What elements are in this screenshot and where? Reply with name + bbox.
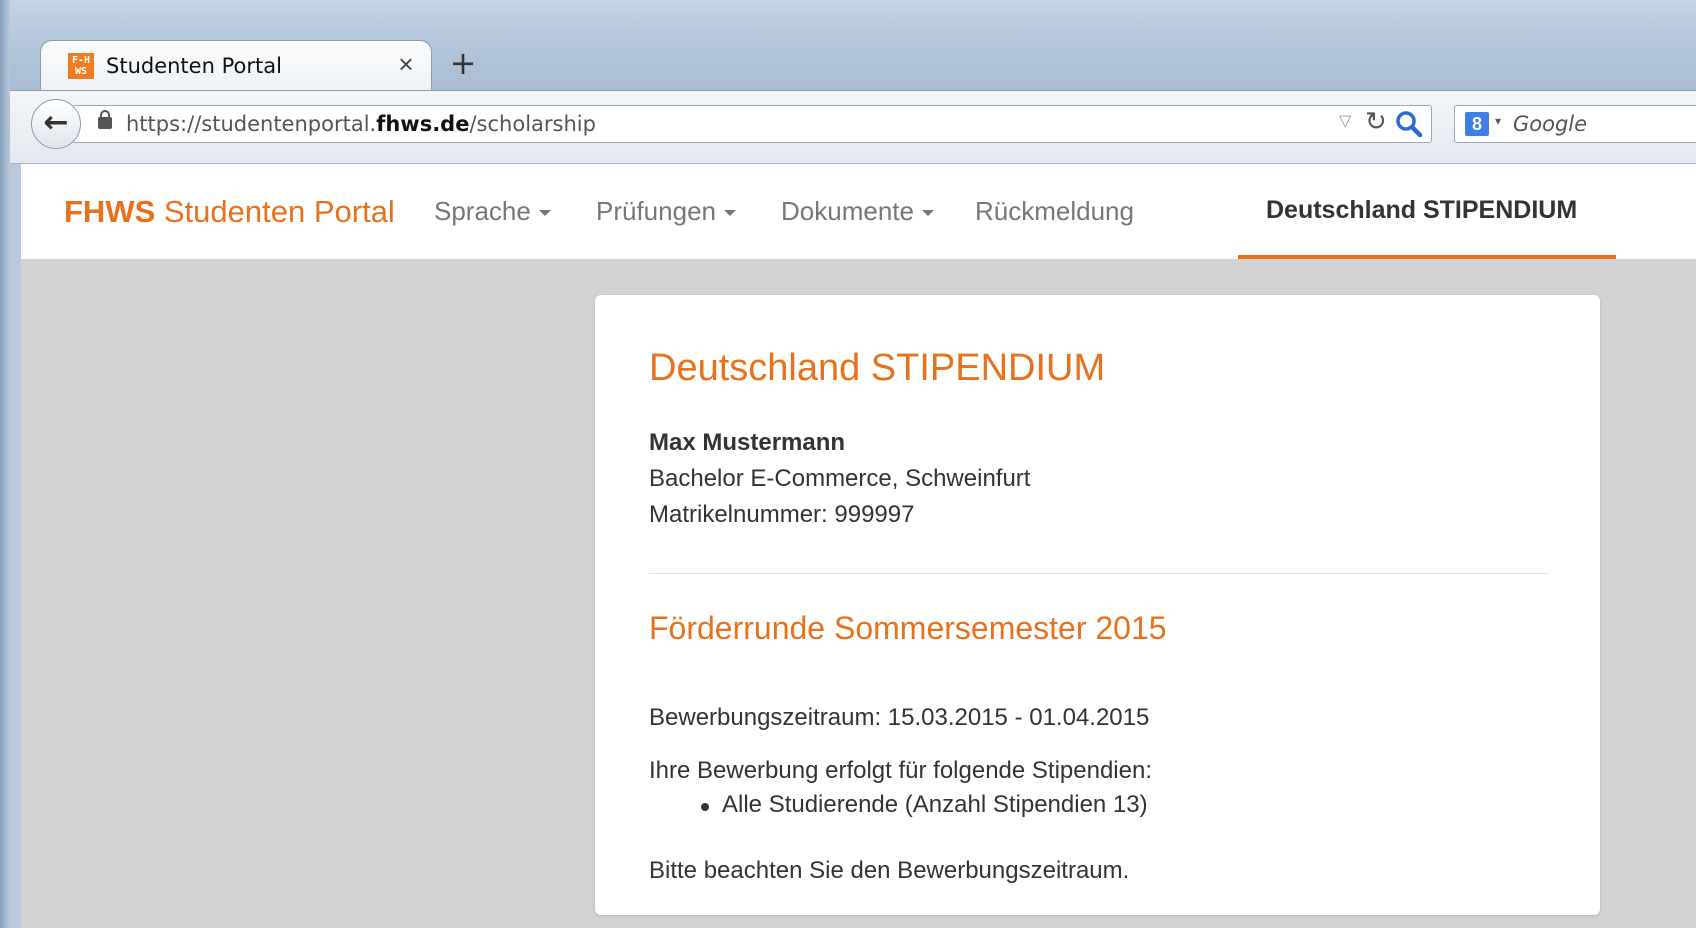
list-item: Alle Studierende (Anzahl Stipendien 13) (649, 791, 1148, 819)
funding-round-title: Förderrunde Sommersemester 2015 (649, 610, 1167, 646)
back-arrow-icon[interactable]: ← (31, 99, 81, 149)
caret-down-icon (538, 210, 551, 217)
nav-pruefungen[interactable]: Prüfungen (596, 196, 736, 227)
brand-link[interactable]: FHWS Studenten Portal (64, 194, 395, 230)
history-dropdown-icon[interactable]: ▽ (1339, 111, 1351, 130)
divider (649, 573, 1549, 574)
address-bar[interactable]: https://studentenportal.fhws.de/scholars… (72, 105, 1432, 143)
nav-deutschland-stipendium[interactable]: Deutschland STIPENDIUM (1238, 164, 1616, 259)
search-bar[interactable]: 8 ▾ Google (1454, 105, 1696, 143)
application-period: Bewerbungszeitraum: 15.03.2015 - 01.04.2… (649, 704, 1150, 731)
chevron-down-icon[interactable]: ▾ (1495, 114, 1501, 128)
url-text[interactable]: https://studentenportal.fhws.de/scholars… (126, 112, 596, 136)
nav-rueckmeldung[interactable]: Rückmeldung (975, 196, 1134, 227)
search-placeholder: Google (1513, 112, 1588, 136)
scholarship-card: Deutschland STIPENDIUM Max Mustermann Ba… (595, 295, 1600, 915)
fhws-favicon-icon: F-H WS (68, 53, 94, 79)
scholarship-list: Alle Studierende (Anzahl Stipendien 13) (649, 791, 1148, 819)
application-intro: Ihre Bewerbung erfolgt für folgende Stip… (649, 757, 1153, 784)
caret-down-icon (723, 210, 736, 217)
browser-tab[interactable]: F-H WS Studenten Portal × (40, 40, 432, 91)
page-content: FHWS Studenten Portal Sprache Prüfungen … (21, 164, 1696, 928)
tab-title: Studenten Portal (106, 54, 282, 78)
student-matrikel: Matrikelnummer: 999997 (649, 501, 915, 528)
nav-dokumente[interactable]: Dokumente (781, 196, 934, 227)
nav-sprache[interactable]: Sprache (434, 196, 551, 227)
period-note: Bitte beachten Sie den Bewerbungszeitrau… (649, 857, 1130, 884)
student-program: Bachelor E-Commerce, Schweinfurt (649, 465, 1031, 492)
google-plus-icon[interactable]: 8 (1465, 112, 1489, 136)
site-navbar: FHWS Studenten Portal Sprache Prüfungen … (21, 164, 1696, 259)
page-title: Deutschland STIPENDIUM (649, 347, 1106, 389)
student-info: Max Mustermann Bachelor E-Commerce, Schw… (649, 425, 1030, 533)
new-tab-button[interactable]: + (446, 47, 480, 82)
search-icon[interactable] (1393, 108, 1425, 140)
nav-active-label: Deutschland STIPENDIUM (1266, 196, 1578, 224)
tab-close-icon[interactable]: × (391, 49, 421, 79)
lock-icon (98, 110, 112, 129)
browser-toolbar: https://studentenportal.fhws.de/scholars… (10, 90, 1696, 164)
student-name: Max Mustermann (649, 429, 846, 456)
window-frame (0, 0, 10, 928)
reload-icon[interactable]: ↻ (1365, 107, 1387, 137)
caret-down-icon (921, 210, 934, 217)
